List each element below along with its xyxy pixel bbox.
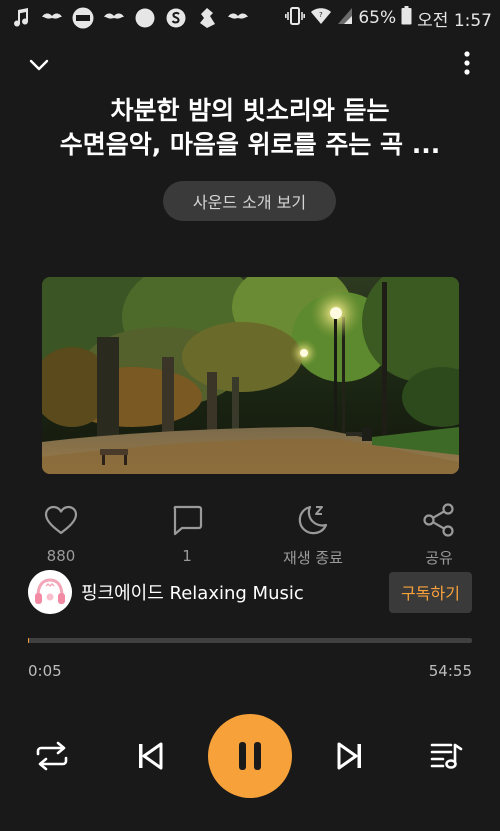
track-title-line2: 수면음악, 마음을 위로를 주는 곡 ...: [59, 130, 441, 159]
like-count: 880: [46, 547, 76, 565]
heart-icon: [41, 500, 81, 540]
album-artwork: [42, 277, 459, 474]
pause-icon: [239, 742, 261, 770]
play-pause-button[interactable]: [208, 714, 292, 798]
clock: 오전 1:57: [417, 10, 492, 31]
comment-icon: [167, 500, 207, 540]
svg-text:?: ?: [319, 11, 323, 19]
notification-icons: [10, 7, 249, 29]
action-row: 880 1 재생 종료 공유: [0, 500, 500, 570]
vibrate-icon: [285, 6, 306, 30]
playlist-icon: [430, 743, 463, 769]
current-time: 0:05: [28, 662, 62, 680]
moon-icon: [293, 500, 333, 540]
playlist-button[interactable]: [426, 736, 466, 776]
more-vert-icon: [464, 51, 470, 75]
chevron-down-icon: [29, 59, 49, 71]
signal-icon: [337, 7, 353, 30]
playback-controls: [0, 710, 500, 800]
track-title: 차분한 밤의 빗소리와 듣는 수면음악, 마음을 위로를 주는 곡 ...: [30, 94, 470, 162]
lock-app-icon: [72, 7, 94, 29]
share-icon: [419, 500, 459, 540]
mustache-icon: [227, 7, 249, 29]
battery-percent: 65%: [358, 8, 397, 28]
next-track-button[interactable]: [328, 736, 372, 776]
channel-name[interactable]: 핑크에이드 Relaxing Music: [81, 579, 304, 605]
track-title-line1: 차분한 밤의 빗소리와 듣는: [110, 96, 390, 125]
music-note-icon: [10, 7, 32, 29]
sound-intro-button[interactable]: 사운드 소개 보기: [163, 181, 336, 221]
like-button[interactable]: 880: [6, 500, 116, 565]
glyph-app-icon: [196, 7, 218, 29]
previous-track-button[interactable]: [128, 736, 172, 776]
headphones-logo-icon: [28, 570, 72, 614]
share-label: 공유: [425, 549, 453, 567]
mustache-icon: [41, 7, 63, 29]
repeat-icon: [36, 741, 68, 771]
system-status: ? 65% 오전 1:57: [285, 6, 492, 31]
total-time: 54:55: [428, 662, 472, 680]
repeat-button[interactable]: [32, 736, 72, 776]
mustache-icon: [103, 7, 125, 29]
circle-icon: [134, 7, 156, 29]
status-bar: ? 65% 오전 1:57: [0, 0, 500, 36]
s-app-icon: [165, 7, 187, 29]
sleep-timer-button[interactable]: 재생 종료: [258, 500, 368, 568]
skip-next-icon: [337, 742, 361, 770]
comment-count: 1: [182, 547, 192, 565]
share-button[interactable]: 공유: [384, 500, 494, 568]
seek-bar-progress: [28, 638, 29, 643]
subscribe-button[interactable]: 구독하기: [389, 571, 472, 613]
battery-icon: [401, 6, 412, 30]
collapse-player-button[interactable]: [24, 50, 54, 80]
more-options-button[interactable]: [460, 48, 474, 78]
channel-avatar[interactable]: [28, 570, 72, 614]
skip-previous-icon: [139, 742, 163, 770]
wifi-icon: ?: [310, 7, 332, 30]
channel-row: 핑크에이드 Relaxing Music 구독하기: [28, 570, 472, 614]
comment-button[interactable]: 1: [132, 500, 242, 565]
sleep-timer-label: 재생 종료: [283, 549, 343, 567]
seek-bar[interactable]: [28, 638, 472, 643]
player-top-bar: [0, 44, 500, 84]
